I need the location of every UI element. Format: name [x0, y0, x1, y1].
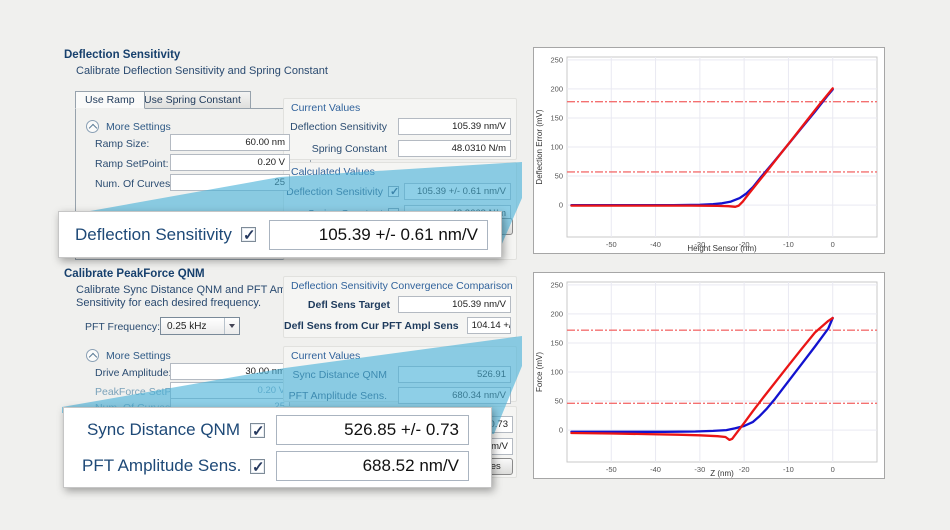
ramp-size-input[interactable]: 60.00 nm: [170, 134, 290, 151]
pft-frequency-label: PFT Frequency:: [85, 321, 160, 333]
callout2-sync-label: Sync Distance QNM: [82, 420, 240, 440]
spring-constant-current-label: Spring Constant: [312, 143, 387, 155]
svg-text:100: 100: [550, 368, 563, 377]
svg-text:-40: -40: [650, 465, 661, 474]
defl-sens-calc-label: Deflection Sensitivity: [286, 186, 383, 198]
sync-distance-current-label: Sync Distance QNM: [292, 369, 387, 381]
callout2-pft-checkbox[interactable]: [250, 459, 265, 474]
tab-use-spring-constant[interactable]: Use Spring Constant: [134, 91, 251, 109]
callout2-pft-value-input[interactable]: 688.52 nm/V: [276, 451, 469, 481]
svg-text:Height Sensor (nm): Height Sensor (nm): [687, 244, 757, 253]
callout2-sync-value-input[interactable]: 526.85 +/- 0.73: [276, 415, 469, 445]
svg-text:200: 200: [550, 309, 563, 318]
svg-text:-30: -30: [694, 465, 705, 474]
svg-text:0: 0: [831, 465, 835, 474]
convergence-comparison-groupbox: Deflection Sensitivity Convergence Compa…: [283, 276, 517, 338]
deflection-sensitivity-section-subtitle: Calibrate Deflection Sensitivity and Spr…: [76, 65, 328, 77]
svg-text:200: 200: [550, 84, 563, 93]
svg-text:0: 0: [831, 240, 835, 249]
drive-amplitude-label: Drive Amplitude:: [95, 367, 171, 379]
more-settings2-collapse-icon[interactable]: [86, 349, 99, 362]
svg-text:-10: -10: [783, 465, 794, 474]
svg-text:0: 0: [559, 201, 563, 210]
more-settings-collapse-icon[interactable]: [86, 120, 99, 133]
ramp-setpoint-label: Ramp SetPoint:: [95, 158, 169, 170]
peakforce-qnm-subtitle-line2: Sensitivity for each desired frequency.: [76, 297, 261, 309]
current-values-title: Current Values: [291, 102, 516, 114]
callout1-value-input[interactable]: 105.39 +/- 0.61 nm/V: [269, 220, 488, 250]
spring-constant-current-value: 48.0310 N/m: [398, 140, 511, 157]
svg-text:-40: -40: [650, 240, 661, 249]
defl-sens-from-cur-label: Defl Sens from Cur PFT Ampl Sens: [284, 320, 459, 332]
svg-text:-50: -50: [606, 240, 617, 249]
defl-sens-calc-checkbox[interactable]: [388, 186, 399, 197]
svg-text:100: 100: [550, 143, 563, 152]
num-curves-label: Num. Of Curves:: [95, 178, 173, 190]
defl-sens-target-label: Defl Sens Target: [308, 299, 390, 311]
svg-text:50: 50: [555, 397, 563, 406]
svg-text:Force (mV): Force (mV): [535, 352, 544, 392]
current-values2-title: Current Values: [291, 350, 516, 362]
svg-text:-20: -20: [739, 465, 750, 474]
svg-text:150: 150: [550, 338, 563, 347]
peakforce-qnm-section-title: Calibrate PeakForce QNM: [64, 268, 205, 280]
deflection-error-chart: -50-40-30-20-100050100150200250Height Se…: [533, 47, 885, 254]
svg-text:-10: -10: [783, 240, 794, 249]
more-settings-label: More Settings: [106, 121, 171, 133]
pft-ampl-current-value: 680.34 nm/V: [398, 387, 511, 404]
afm-calibration-window: Deflection Sensitivity Calibrate Deflect…: [0, 0, 950, 530]
ramp-setpoint-input[interactable]: 0.20 V: [170, 154, 290, 171]
sync-distance-current-value: 526.91: [398, 366, 511, 383]
peakforce-qnm-callout: Sync Distance QNM 526.85 +/- 0.73 PFT Am…: [63, 407, 492, 488]
svg-text:150: 150: [550, 113, 563, 122]
defl-sens-current-value: 105.39 nm/V: [398, 118, 511, 135]
deflection-sensitivity-callout: Deflection Sensitivity 105.39 +/- 0.61 n…: [58, 211, 502, 258]
callout1-label: Deflection Sensitivity: [75, 225, 231, 245]
svg-text:250: 250: [550, 55, 563, 64]
pft-ampl-current-label: PFT Amplitude Sens.: [289, 390, 387, 402]
ramp-size-label: Ramp Size:: [95, 138, 149, 150]
peakforce-setpoint-input[interactable]: 0.20 V: [170, 382, 290, 399]
svg-text:Deflection Error (mV): Deflection Error (mV): [535, 109, 544, 184]
pft-frequency-value: 0.25 kHz: [167, 321, 224, 332]
defl-sens-target-value: 105.39 nm/V: [398, 296, 511, 313]
svg-text:-50: -50: [606, 465, 617, 474]
svg-text:250: 250: [550, 280, 563, 289]
force-curve-chart: -50 -40 -30 -20 -10 0 0 50 100 150 200 250 Z (nm) For…: [533, 272, 885, 479]
callout1-checkbox[interactable]: [241, 227, 256, 242]
defl-sens-calc-value: 105.39 +/- 0.61 nm/V: [404, 183, 511, 200]
defl-sens-from-cur-value: 104.14 +/- 0.41 nm/V: [467, 317, 511, 334]
svg-text:Z (nm): Z (nm): [710, 469, 734, 478]
calculated-values-title: Calculated Values: [291, 166, 516, 178]
callout2-pft-label: PFT Amplitude Sens.: [82, 456, 240, 476]
more-settings2-label: More Settings: [106, 350, 171, 362]
current-values2-groupbox: Current Values Sync Distance QNM 526.91 …: [283, 346, 517, 402]
drive-amplitude-input[interactable]: 30.00 nm: [170, 363, 290, 380]
pft-frequency-select[interactable]: 0.25 kHz: [160, 317, 240, 335]
svg-text:50: 50: [555, 172, 563, 181]
num-curves-input[interactable]: 25: [170, 174, 290, 191]
convergence-comparison-title: Deflection Sensitivity Convergence Compa…: [291, 280, 516, 292]
dropdown-caret-icon: [224, 318, 239, 334]
svg-text:0: 0: [559, 426, 563, 435]
deflection-sensitivity-section-title: Deflection Sensitivity: [64, 49, 180, 61]
callout2-sync-checkbox[interactable]: [250, 423, 265, 438]
defl-sens-current-label: Deflection Sensitivity: [290, 121, 387, 133]
current-values-groupbox: Current Values Deflection Sensitivity 10…: [283, 98, 517, 160]
tab-use-ramp[interactable]: Use Ramp: [75, 91, 145, 109]
